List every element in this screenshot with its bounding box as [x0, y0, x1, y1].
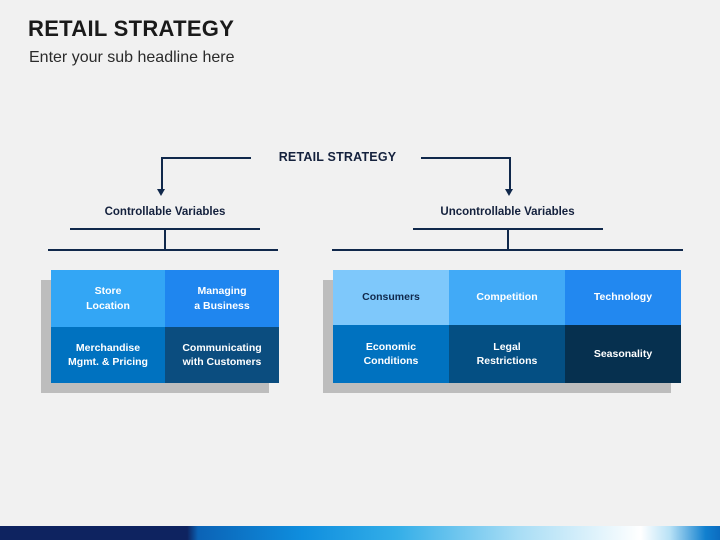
connector-root-to-right — [421, 157, 511, 159]
tile-group-uncontrollable: Consumers Competition Technology Economic Co… — [333, 270, 681, 383]
arrow-down-left-icon — [157, 189, 165, 196]
tile-controllable-3[interactable]: Communicating with Customers — [165, 327, 279, 383]
tile-label: Merchandise Mgmt. & Pricing — [68, 341, 148, 368]
tile-group-controllable: Store Location Managing a Business Merchandi… — [51, 270, 279, 383]
bracket-left-bottom — [48, 249, 278, 251]
tile-label: Consumers — [362, 291, 420, 304]
diagram-root-label: RETAIL STRATEGY — [278, 150, 397, 164]
tile-controllable-0[interactable]: Store Location — [51, 270, 165, 327]
tile-label: Seasonality — [593, 347, 653, 360]
bracket-right-bottom — [332, 249, 683, 251]
branch-label-controllable: Controllable Variables — [104, 206, 226, 218]
bracket-right-stem — [507, 228, 509, 250]
tile-label: Store Location — [86, 285, 130, 312]
connector-root-to-left-stem — [161, 157, 163, 190]
tile-uncontrollable-1[interactable]: Competition — [449, 270, 565, 325]
tile-label: Legal Restrictions — [476, 340, 538, 367]
tile-uncontrollable-0[interactable]: Consumers — [333, 270, 449, 325]
tile-label: Managing a Business — [194, 285, 250, 312]
tile-uncontrollable-5[interactable]: Seasonality — [565, 325, 681, 383]
branch-label-uncontrollable: Uncontrollable Variables — [440, 206, 575, 218]
arrow-down-right-icon — [505, 189, 513, 196]
tile-controllable-1[interactable]: Managing a Business — [165, 270, 279, 327]
tile-label: Communicating with Customers — [182, 341, 262, 368]
connector-root-to-left — [161, 157, 251, 159]
tile-uncontrollable-4[interactable]: Legal Restrictions — [449, 325, 565, 383]
bottom-gradient-banner — [0, 526, 720, 540]
tile-uncontrollable-2[interactable]: Technology — [565, 270, 681, 325]
tile-uncontrollable-3[interactable]: Economic Conditions — [333, 325, 449, 383]
tile-label: Technology — [593, 291, 653, 304]
tile-controllable-2[interactable]: Merchandise Mgmt. & Pricing — [51, 327, 165, 383]
tile-label: Economic Conditions — [363, 340, 419, 367]
connector-root-to-right-stem — [509, 157, 511, 190]
page-title: RETAIL STRATEGY — [28, 16, 235, 41]
page-subtitle: Enter your sub headline here — [29, 49, 235, 66]
bracket-left-stem — [164, 228, 166, 250]
tile-label: Competition — [476, 291, 538, 304]
